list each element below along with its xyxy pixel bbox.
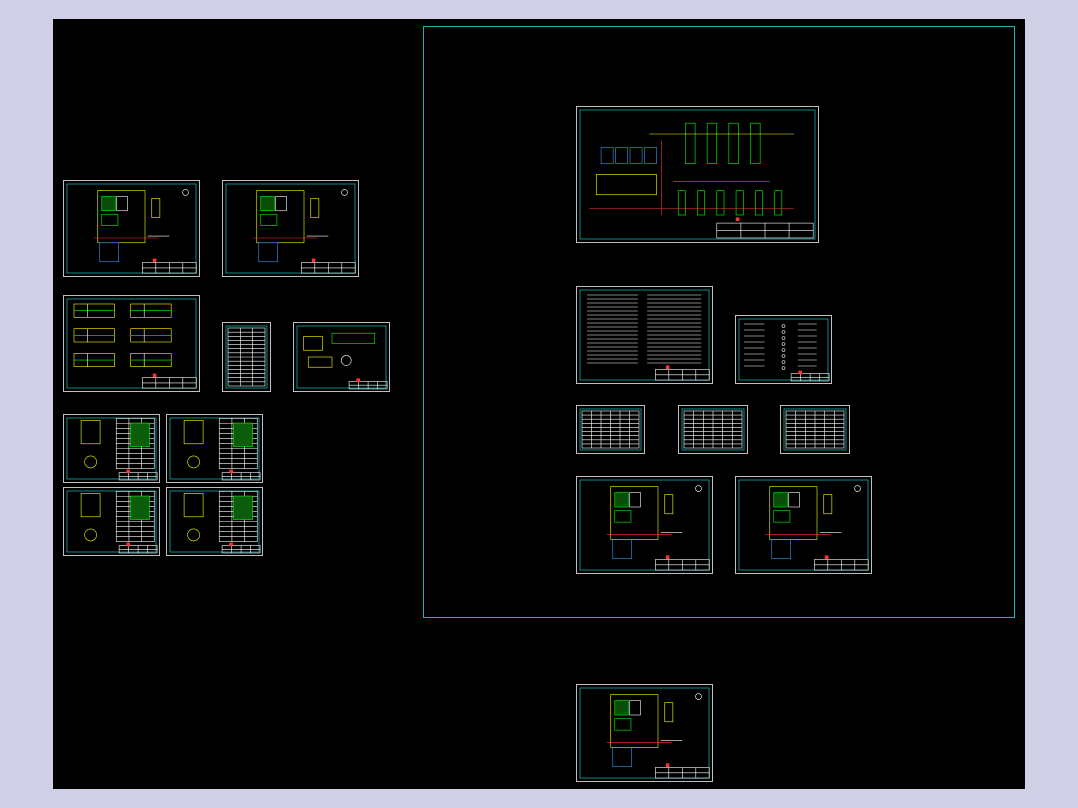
sheet-drawing: [66, 298, 197, 389]
sheet-floor-plan-a[interactable]: [63, 180, 200, 277]
sheet-schedule-1[interactable]: [576, 405, 645, 454]
sheet-legend-sheet[interactable]: [735, 315, 832, 384]
sheet-schedule-3[interactable]: [780, 405, 850, 454]
sheet-schedule-2[interactable]: [678, 405, 748, 454]
sheet-drawing: [681, 408, 745, 451]
sheet-drawing: [169, 417, 261, 481]
sheet-drawing: [579, 289, 710, 381]
sheet-equipment-detail[interactable]: [293, 322, 390, 392]
sheet-drawing: [738, 479, 869, 571]
sheet-drawing: [579, 408, 642, 451]
sheet-floor-plan-c[interactable]: [576, 476, 713, 574]
sheet-drawing: [783, 408, 847, 451]
sheet-floor-plan-e[interactable]: [576, 684, 713, 782]
sheet-drawing: [225, 183, 356, 274]
sheet-floor-plan-b[interactable]: [222, 180, 359, 277]
sheet-drawing: [66, 183, 197, 274]
sheet-drawing: [296, 325, 388, 390]
sheet-drawing: [169, 490, 261, 554]
sheet-tank-detail-1[interactable]: [63, 414, 160, 483]
sheet-drawing: [579, 479, 710, 571]
sheet-tank-detail-3[interactable]: [63, 487, 160, 556]
sheet-drawing: [738, 318, 830, 382]
sheet-section-details[interactable]: [63, 295, 200, 392]
sheet-tank-detail-2[interactable]: [166, 414, 263, 483]
drawing-canvas[interactable]: [53, 19, 1025, 789]
sheet-drawing: [66, 417, 158, 481]
sheet-drawing: [225, 325, 268, 389]
sheet-general-notes[interactable]: [576, 286, 713, 384]
sheet-tank-detail-4[interactable]: [166, 487, 263, 556]
sheet-drawing: [66, 490, 158, 554]
sheet-floor-plan-d[interactable]: [735, 476, 872, 574]
sheet-drawing: [579, 109, 816, 240]
sheet-material-schedule[interactable]: [222, 322, 271, 392]
sheet-process-flow-diagram[interactable]: [576, 106, 819, 243]
sheet-drawing: [579, 687, 710, 779]
